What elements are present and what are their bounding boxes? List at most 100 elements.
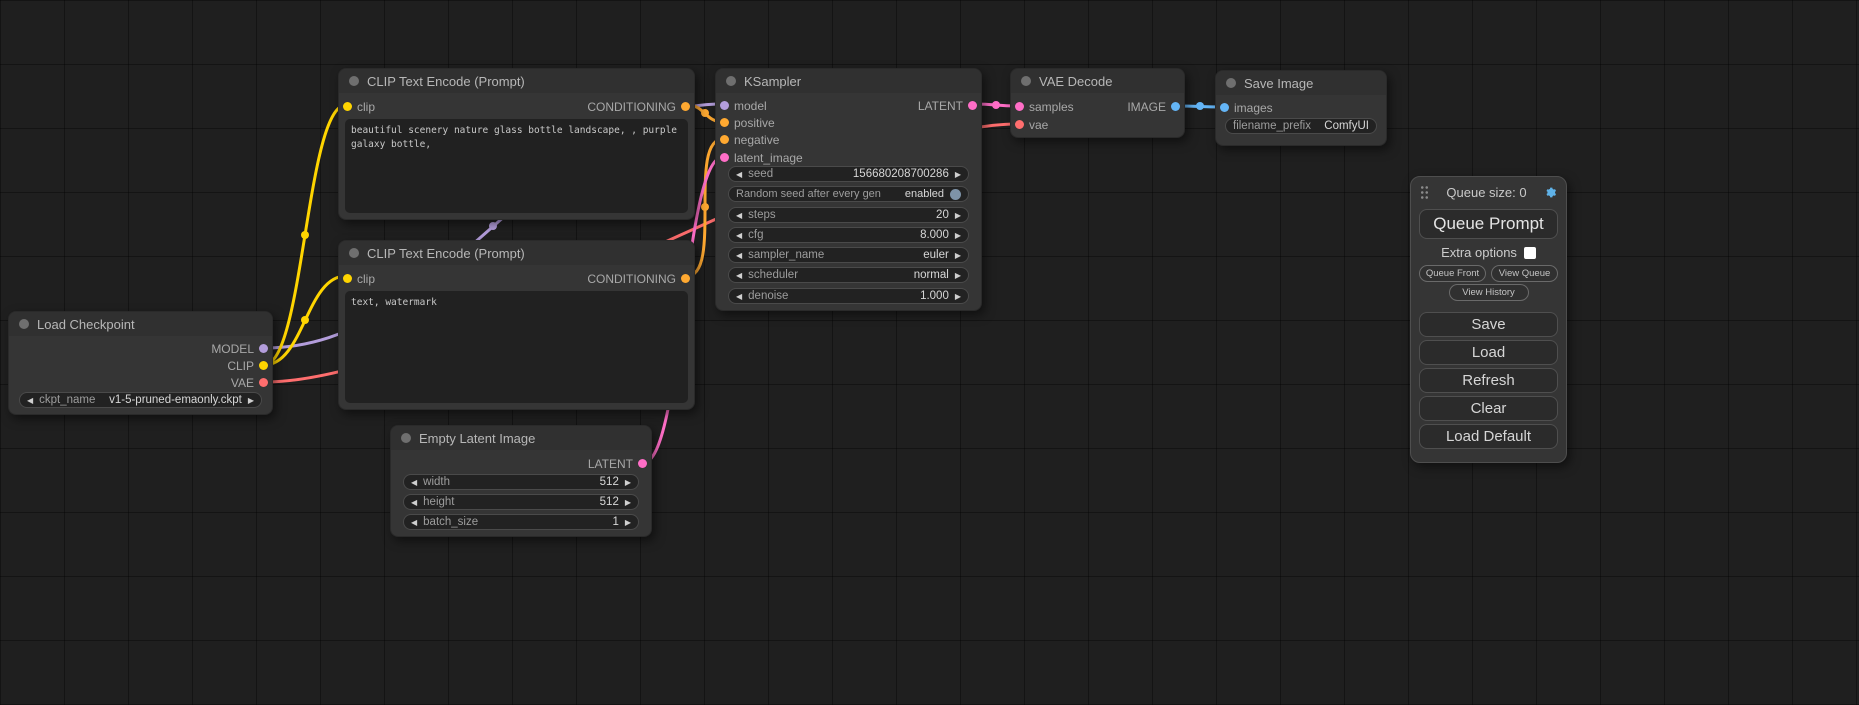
- input-dot-images[interactable]: [1220, 103, 1229, 112]
- widget-width[interactable]: ◀ width 512 ▶: [403, 474, 639, 490]
- output-dot-model[interactable]: [259, 344, 268, 353]
- node-vae-decode[interactable]: VAE Decode samples vae IMAGE: [1010, 68, 1185, 138]
- input-slot-images[interactable]: images: [1220, 99, 1273, 116]
- settings-gear-icon[interactable]: [1544, 186, 1557, 199]
- widget-steps[interactable]: ◀ steps 20 ▶: [728, 207, 969, 223]
- output-dot-conditioning[interactable]: [681, 102, 690, 111]
- save-button[interactable]: Save: [1419, 312, 1558, 337]
- output-slot-clip[interactable]: CLIP: [227, 357, 268, 374]
- output-dot-image[interactable]: [1171, 102, 1180, 111]
- widget-batch-size[interactable]: ◀ batch_size 1 ▶: [403, 514, 639, 530]
- input-dot-positive[interactable]: [720, 118, 729, 127]
- increment-arrow-icon[interactable]: ▶: [248, 396, 254, 405]
- increment-arrow-icon[interactable]: ▶: [955, 211, 961, 220]
- drag-handle[interactable]: [1420, 185, 1429, 200]
- collapse-dot-icon[interactable]: [349, 76, 359, 86]
- load-default-button[interactable]: Load Default: [1419, 424, 1558, 449]
- output-slot-vae[interactable]: VAE: [231, 374, 268, 391]
- increment-arrow-icon[interactable]: ▶: [955, 231, 961, 240]
- input-dot-clip[interactable]: [343, 274, 352, 283]
- node-save-image[interactable]: Save Image images filename_prefix ComfyU…: [1215, 70, 1387, 146]
- load-button[interactable]: Load: [1419, 340, 1558, 365]
- input-slot-latent-image[interactable]: latent_image: [720, 149, 803, 166]
- collapse-dot-icon[interactable]: [726, 76, 736, 86]
- decrement-arrow-icon[interactable]: ◀: [411, 518, 417, 527]
- queue-menu-panel[interactable]: Queue size: 0 Queue Prompt Extra options…: [1410, 176, 1567, 463]
- input-slot-model[interactable]: model: [720, 97, 767, 114]
- output-dot-conditioning[interactable]: [681, 274, 690, 283]
- input-slot-negative[interactable]: negative: [720, 131, 779, 148]
- input-slot-clip[interactable]: clip: [343, 270, 375, 287]
- node-title-bar[interactable]: Empty Latent Image: [391, 426, 651, 450]
- refresh-button[interactable]: Refresh: [1419, 368, 1558, 393]
- widget-random-seed[interactable]: Random seed after every gen enabled: [728, 186, 969, 202]
- input-dot-samples[interactable]: [1015, 102, 1024, 111]
- increment-arrow-icon[interactable]: ▶: [625, 478, 631, 487]
- decrement-arrow-icon[interactable]: ◀: [27, 396, 33, 405]
- increment-arrow-icon[interactable]: ▶: [955, 251, 961, 260]
- increment-arrow-icon[interactable]: ▶: [625, 498, 631, 507]
- collapse-dot-icon[interactable]: [19, 319, 29, 329]
- node-clip-text-encode-negative[interactable]: CLIP Text Encode (Prompt) clip CONDITION…: [338, 240, 695, 410]
- node-title-bar[interactable]: KSampler: [716, 69, 981, 93]
- widget-denoise[interactable]: ◀ denoise 1.000 ▶: [728, 288, 969, 304]
- clear-button[interactable]: Clear: [1419, 396, 1558, 421]
- decrement-arrow-icon[interactable]: ◀: [736, 170, 742, 179]
- node-title-bar[interactable]: Save Image: [1216, 71, 1386, 95]
- node-title-bar[interactable]: Load Checkpoint: [9, 312, 272, 336]
- seed-toggle-dot[interactable]: [950, 189, 961, 200]
- node-empty-latent-image[interactable]: Empty Latent Image LATENT ◀ width 512 ▶ …: [390, 425, 652, 537]
- input-dot-model[interactable]: [720, 101, 729, 110]
- increment-arrow-icon[interactable]: ▶: [955, 170, 961, 179]
- decrement-arrow-icon[interactable]: ◀: [736, 271, 742, 280]
- output-dot-vae[interactable]: [259, 378, 268, 387]
- input-slot-vae[interactable]: vae: [1015, 116, 1048, 133]
- increment-arrow-icon[interactable]: ▶: [955, 271, 961, 280]
- view-history-button[interactable]: View History: [1449, 284, 1529, 301]
- input-slot-samples[interactable]: samples: [1015, 98, 1074, 115]
- increment-arrow-icon[interactable]: ▶: [955, 292, 961, 301]
- output-slot-image[interactable]: IMAGE: [1127, 98, 1180, 115]
- node-title-bar[interactable]: VAE Decode: [1011, 69, 1184, 93]
- output-slot-conditioning[interactable]: CONDITIONING: [587, 98, 690, 115]
- node-title-bar[interactable]: CLIP Text Encode (Prompt): [339, 241, 694, 265]
- decrement-arrow-icon[interactable]: ◀: [736, 211, 742, 220]
- node-ksampler[interactable]: KSampler model positive negative latent_…: [715, 68, 982, 311]
- widget-cfg[interactable]: ◀ cfg 8.000 ▶: [728, 227, 969, 243]
- collapse-dot-icon[interactable]: [1226, 78, 1236, 88]
- node-clip-text-encode-positive[interactable]: CLIP Text Encode (Prompt) clip CONDITION…: [338, 68, 695, 220]
- increment-arrow-icon[interactable]: ▶: [625, 518, 631, 527]
- graph-canvas[interactable]: Load Checkpoint MODEL CLIP VAE ◀ ckpt_na…: [0, 0, 1859, 705]
- decrement-arrow-icon[interactable]: ◀: [736, 251, 742, 260]
- input-slot-clip[interactable]: clip: [343, 98, 375, 115]
- queue-panel-header[interactable]: Queue size: 0: [1419, 183, 1558, 206]
- output-dot-clip[interactable]: [259, 361, 268, 370]
- widget-filename-prefix[interactable]: filename_prefix ComfyUI: [1225, 118, 1377, 134]
- input-dot-clip[interactable]: [343, 102, 352, 111]
- collapse-dot-icon[interactable]: [1021, 76, 1031, 86]
- node-load-checkpoint[interactable]: Load Checkpoint MODEL CLIP VAE ◀ ckpt_na…: [8, 311, 273, 415]
- input-dot-negative[interactable]: [720, 135, 729, 144]
- node-title-bar[interactable]: CLIP Text Encode (Prompt): [339, 69, 694, 93]
- collapse-dot-icon[interactable]: [401, 433, 411, 443]
- input-slot-positive[interactable]: positive: [720, 114, 775, 131]
- input-dot-latent-image[interactable]: [720, 153, 729, 162]
- widget-sampler-name[interactable]: ◀ sampler_name euler ▶: [728, 247, 969, 263]
- output-dot-latent[interactable]: [968, 101, 977, 110]
- widget-height[interactable]: ◀ height 512 ▶: [403, 494, 639, 510]
- decrement-arrow-icon[interactable]: ◀: [736, 292, 742, 301]
- widget-ckpt-name[interactable]: ◀ ckpt_name v1-5-pruned-emaonly.ckpt ▶: [19, 392, 262, 408]
- output-slot-conditioning[interactable]: CONDITIONING: [587, 270, 690, 287]
- view-queue-button[interactable]: View Queue: [1491, 265, 1558, 282]
- collapse-dot-icon[interactable]: [349, 248, 359, 258]
- output-slot-latent[interactable]: LATENT: [918, 97, 977, 114]
- decrement-arrow-icon[interactable]: ◀: [411, 478, 417, 487]
- output-dot-latent[interactable]: [638, 459, 647, 468]
- output-slot-latent[interactable]: LATENT: [588, 455, 647, 472]
- queue-prompt-button[interactable]: Queue Prompt: [1419, 209, 1558, 239]
- output-slot-model[interactable]: MODEL: [211, 340, 268, 357]
- extra-options-checkbox[interactable]: [1524, 247, 1536, 259]
- widget-scheduler[interactable]: ◀ scheduler normal ▶: [728, 267, 969, 283]
- prompt-textarea[interactable]: text, watermark: [345, 291, 688, 403]
- widget-seed[interactable]: ◀ seed 156680208700286 ▶: [728, 166, 969, 182]
